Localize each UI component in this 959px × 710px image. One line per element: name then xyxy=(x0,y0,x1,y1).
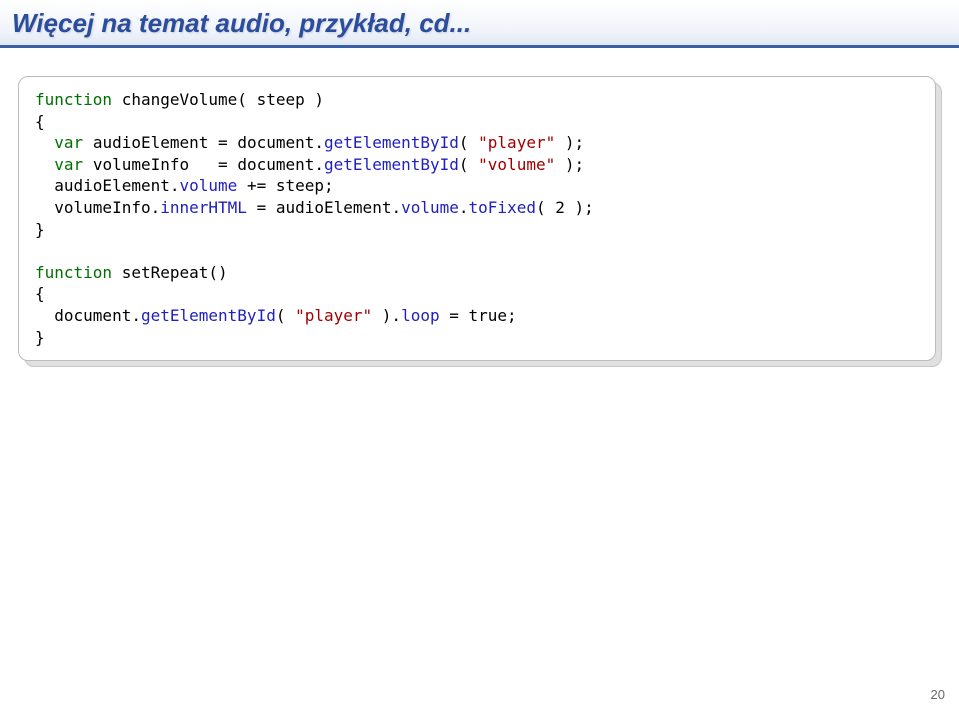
boolean-literal: true xyxy=(469,306,508,325)
member: volume xyxy=(180,176,238,195)
number-literal: 2 xyxy=(555,198,565,217)
member: loop xyxy=(401,306,440,325)
member: toFixed xyxy=(469,198,536,217)
brace-close: } xyxy=(35,220,45,239)
function-name: changeVolume xyxy=(122,90,238,109)
param: steep xyxy=(257,90,305,109)
operator-eq: = xyxy=(257,198,267,217)
function-name: setRepeat xyxy=(122,263,209,282)
string-literal: "player" xyxy=(295,306,372,325)
operator-plus-eq: += xyxy=(247,176,266,195)
member: innerHTML xyxy=(160,198,247,217)
identifier: document xyxy=(237,133,314,152)
member: getElementById xyxy=(324,133,459,152)
identifier: audioElement xyxy=(276,198,392,217)
slide-title: Więcej na temat audio, przykład, cd... xyxy=(12,8,947,39)
code-block-container: function changeVolume( steep ) { var aud… xyxy=(18,76,936,361)
brace-close: } xyxy=(35,328,45,347)
brace-open: { xyxy=(35,112,45,131)
keyword-function: function xyxy=(35,90,112,109)
slide-content: function changeVolume( steep ) { var aud… xyxy=(0,48,959,379)
identifier: volumeInfo xyxy=(93,155,189,174)
identifier: document xyxy=(54,306,131,325)
identifier: volumeInfo xyxy=(54,198,150,217)
identifier: audioElement xyxy=(93,133,209,152)
slide-title-bar: Więcej na temat audio, przykład, cd... xyxy=(0,0,959,48)
operator-eq: = xyxy=(449,306,459,325)
operator-eq: = xyxy=(218,155,228,174)
brace-open: { xyxy=(35,284,45,303)
keyword-function: function xyxy=(35,263,112,282)
code-block: function changeVolume( steep ) { var aud… xyxy=(18,76,936,361)
identifier: steep xyxy=(276,176,324,195)
string-literal: "player" xyxy=(478,133,555,152)
member: volume xyxy=(401,198,459,217)
identifier: document xyxy=(237,155,314,174)
keyword-var: var xyxy=(54,155,83,174)
identifier: audioElement xyxy=(54,176,170,195)
member: getElementById xyxy=(141,306,276,325)
keyword-var: var xyxy=(54,133,83,152)
member: getElementById xyxy=(324,155,459,174)
string-literal: "volume" xyxy=(478,155,555,174)
operator-eq: = xyxy=(218,133,228,152)
page-number: 20 xyxy=(931,687,945,702)
